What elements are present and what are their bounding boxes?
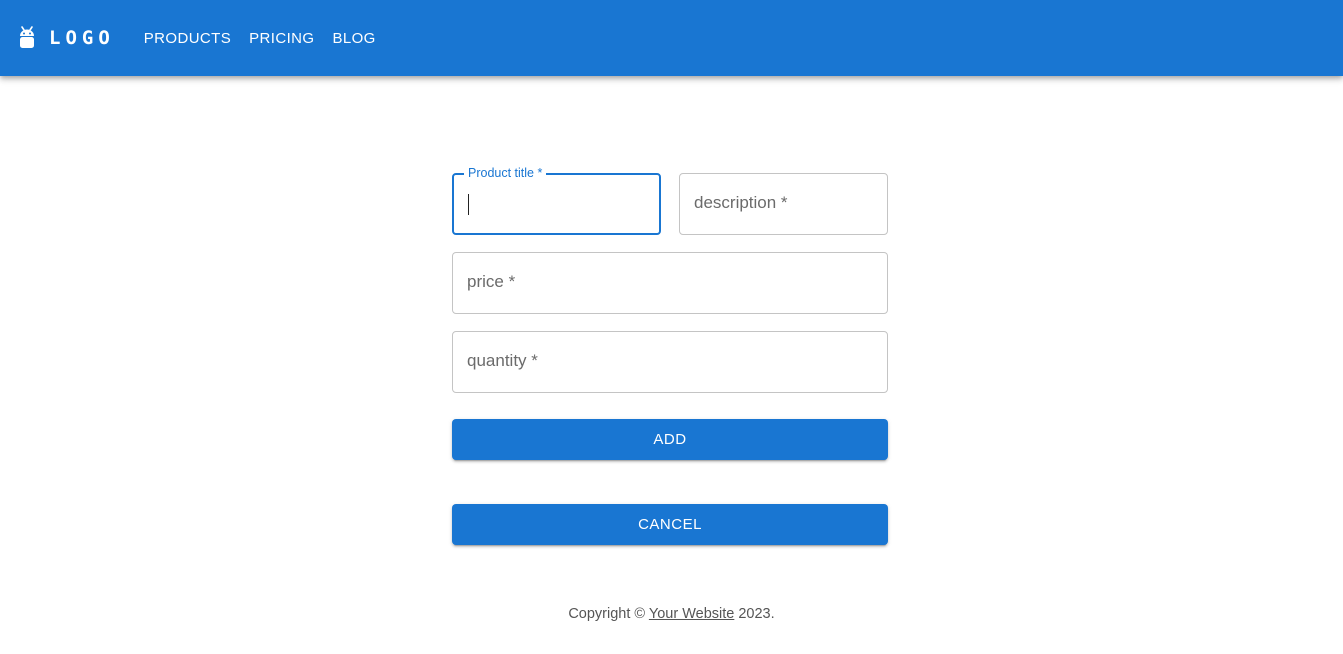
nav-products[interactable]: PRODUCTS xyxy=(135,22,240,55)
android-icon xyxy=(17,26,37,50)
description-field[interactable]: description * xyxy=(679,173,888,235)
app-bar: LOGO PRODUCTS PRICING BLOG xyxy=(0,0,1343,76)
product-title-label: Product title * xyxy=(464,166,547,180)
price-field[interactable]: price * xyxy=(452,252,888,314)
add-button[interactable]: ADD xyxy=(452,419,888,460)
nav-blog[interactable]: BLOG xyxy=(323,22,384,55)
website-link[interactable]: Your Website xyxy=(649,606,734,622)
price-placeholder: price * xyxy=(467,272,516,291)
copyright-prefix: Copyright © xyxy=(568,606,649,622)
brand[interactable]: LOGO xyxy=(17,26,115,50)
text-cursor xyxy=(468,194,469,215)
copyright-year: 2023. xyxy=(734,606,775,622)
cancel-button[interactable]: CANCEL xyxy=(452,504,888,545)
nav-pricing[interactable]: PRICING xyxy=(240,22,323,55)
footer: Copyright © Your Website 2023. xyxy=(0,606,1343,622)
quantity-placeholder: quantity * xyxy=(467,351,538,370)
quantity-field[interactable]: quantity * xyxy=(452,331,888,393)
description-placeholder: description * xyxy=(694,193,788,212)
product-title-field[interactable]: Product title * xyxy=(452,166,661,235)
logo-text: LOGO xyxy=(49,27,115,49)
main-nav: PRODUCTS PRICING BLOG xyxy=(135,22,385,55)
